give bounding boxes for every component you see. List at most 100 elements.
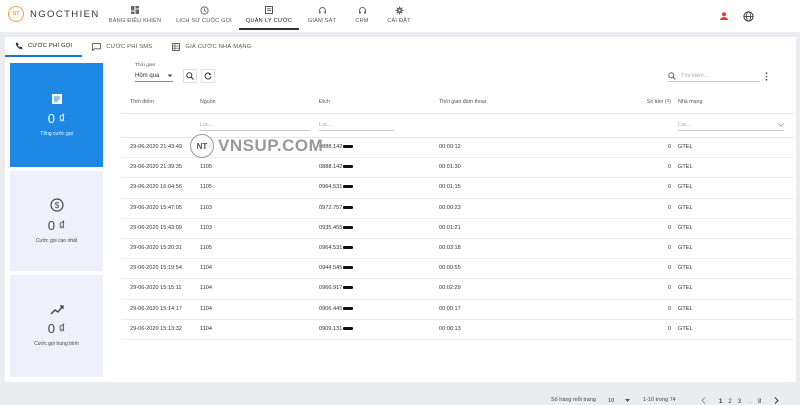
tab-network-prices[interactable]: GIÁ CƯỚC NHÀ MẠNG <box>162 37 261 57</box>
search-box <box>668 70 760 82</box>
cell-time: 29-06-2020 15:13:32 <box>130 326 182 332</box>
table-row[interactable]: 29-06-2020 15:19:54 1104 0944.545 00:00:55 0… <box>121 259 794 280</box>
headset-icon <box>317 5 327 15</box>
cell-network: GTEL <box>678 285 693 291</box>
redaction-mark <box>343 205 354 209</box>
cell-source-text: 1103 <box>200 224 213 231</box>
summary-total[interactable]: 0 ₫ Tổng cước gọi <box>10 63 103 167</box>
prev-page-icon[interactable] <box>701 397 706 405</box>
table-row[interactable]: 29-06-2020 21:43:49 1103 0888.142 00:00:12 0… <box>121 138 794 159</box>
summary-highest[interactable]: $ 0 ₫ Cước gọi cao nhất <box>10 171 103 271</box>
chevron-down-icon <box>778 123 784 127</box>
destination-filter[interactable]: Lọc... <box>319 120 394 131</box>
logo-name: NGOCTHIEN <box>30 8 100 20</box>
rows-per-page-label: Số hàng mỗi trang <box>551 397 596 403</box>
more-options-icon[interactable] <box>762 71 770 81</box>
main-card: CƯỚC PHÍ GỌI CƯỚC PHÍ SMS GIÁ CƯỚC NHÀ M… <box>5 37 796 405</box>
cell-destination: 0906.445 <box>319 305 354 312</box>
page-range: 1-10 trong 74 <box>643 397 676 403</box>
cell-network: GTEL <box>678 205 693 211</box>
cell-network-text: GTEL <box>678 164 693 171</box>
cell-duration-text: 00:02:29 <box>439 285 461 292</box>
globe-icon[interactable] <box>742 10 754 22</box>
cell-time: 29-06-2020 15:43:09 <box>130 225 182 231</box>
redaction-mark <box>343 286 354 290</box>
table-row[interactable]: 29-06-2020 15:15:11 1104 0966.917 00:02:29 0… <box>121 279 794 300</box>
cell-duration-text: 00:01:21 <box>439 224 461 231</box>
header-time[interactable]: Thời điểm <box>130 99 154 105</box>
cell-time: 29-06-2020 21:43:49 <box>130 144 182 150</box>
search-button[interactable] <box>183 69 197 83</box>
table-row[interactable]: 29-06-2020 15:47:05 1103 0972.757 00:00:23 0… <box>121 199 794 219</box>
user-icon[interactable] <box>718 10 730 22</box>
table-row[interactable]: 29-06-2020 15:13:32 1104 0909.131 00:00:13 0… <box>121 320 794 340</box>
cell-amount: 0 <box>668 205 671 211</box>
network-filter[interactable]: Lọc... <box>678 120 784 131</box>
nav-crm[interactable]: CRM <box>350 0 374 30</box>
header-network[interactable]: Nhà mạng <box>678 99 702 105</box>
cell-network: GTEL <box>678 184 693 190</box>
header-duration[interactable]: Thời gian đàm thoại <box>439 99 486 105</box>
refresh-button[interactable] <box>201 69 215 83</box>
source-filter[interactable]: Lọc... <box>200 120 310 131</box>
cell-destination: 0888.142 <box>319 144 354 150</box>
table-row[interactable]: 29-06-2020 15:14:17 1104 0906.445 00:00:17 0… <box>121 300 794 320</box>
cell-source-text: 1104 <box>200 305 213 312</box>
table-row[interactable]: 29-06-2020 16:04:56 1105 0964.531 00:01:15 0… <box>121 178 794 199</box>
phone-icon <box>15 42 23 50</box>
cell-amount-text: 0 <box>667 204 671 211</box>
header-amount[interactable]: Số tiền (₫) <box>647 99 671 105</box>
tab-call-charges-label: CƯỚC PHÍ GỌI <box>28 43 73 49</box>
nav-call-history[interactable]: LỊCH SỬ CUỘC GỌI <box>176 0 232 30</box>
cell-duration: 00:02:29 <box>439 285 461 291</box>
page-3[interactable]: 3 <box>738 399 741 405</box>
table-row[interactable]: 29-06-2020 15:20:31 1105 0964.531 00:03:18 0… <box>121 239 794 260</box>
app-logo[interactable]: NT NGOCTHIEN <box>8 6 100 22</box>
cell-network-text: GTEL <box>678 144 693 150</box>
dollar-icon: $ <box>49 198 64 212</box>
cell-source-text: 1105 <box>200 164 213 171</box>
cell-amount: 0 <box>668 285 671 291</box>
call-charges-table: Thời điểm Nguồn Đích Thời gian đàm thoại… <box>121 91 794 340</box>
cell-time-text: 29-06-2020 21:43:49 <box>130 144 182 150</box>
cell-duration: 00:01:15 <box>439 184 461 190</box>
summary-highest-caption: Cước gọi cao nhất <box>35 238 78 244</box>
nav-dashboard[interactable]: BẢNG ĐIỀU KHIỂN <box>109 0 161 30</box>
cell-amount-text: 0 <box>667 224 671 231</box>
search-input[interactable] <box>681 72 755 79</box>
page-1[interactable]: 1 <box>719 399 722 405</box>
cell-duration-text: 00:03:18 <box>439 244 461 251</box>
headphones-icon <box>357 5 367 15</box>
cell-duration: 00:00:17 <box>439 306 461 312</box>
next-page-icon[interactable] <box>774 397 780 405</box>
nav-settings[interactable]: CÀI ĐẶT <box>385 0 413 30</box>
header-source[interactable]: Nguồn <box>200 99 216 105</box>
page-ellipsis: ... <box>747 398 753 405</box>
time-filter-select[interactable]: Hôm qua <box>135 71 173 82</box>
cell-duration-text: 00:01:15 <box>439 184 461 191</box>
nav-settings-label: CÀI ĐẶT <box>387 18 411 24</box>
cell-amount-text: 0 <box>667 244 671 251</box>
tab-sms-charges[interactable]: CƯỚC PHÍ SMS <box>82 37 162 57</box>
page-8[interactable]: 8 <box>758 399 761 405</box>
page-2[interactable]: 2 <box>728 399 731 405</box>
nav-monitoring[interactable]: GIÁM SÁT <box>304 0 340 30</box>
summary-average[interactable]: 0 ₫ Cước gọi trung bình <box>10 275 103 377</box>
table-header: Thời điểm Nguồn Đích Thời gian đàm thoại… <box>121 91 794 114</box>
header-destination[interactable]: Đích <box>319 99 330 105</box>
cell-destination-text: 0906.445 <box>319 305 343 312</box>
cell-time-text: 29-06-2020 21:39:35 <box>130 164 182 171</box>
svg-text:$: $ <box>54 201 59 210</box>
cell-destination-text: 0972.757 <box>319 204 343 211</box>
nav-billing[interactable]: QUẢN LÝ CƯỚC <box>239 0 299 30</box>
tab-call-charges[interactable]: CƯỚC PHÍ GỌI <box>5 37 83 57</box>
cell-source: 1103 <box>200 205 212 211</box>
redaction-mark <box>343 145 354 149</box>
cell-source-text: 1105 <box>200 184 213 191</box>
cell-destination-text: 0888.142 <box>319 164 343 171</box>
rows-per-page-select[interactable]: 10 <box>608 396 630 405</box>
table-row[interactable]: 29-06-2020 15:43:09 1103 0935.455 00:01:21 0… <box>121 219 794 239</box>
cell-amount: 0 <box>668 326 671 332</box>
cell-time-text: 29-06-2020 15:14:17 <box>130 305 182 312</box>
table-row[interactable]: 29-06-2020 21:39:35 1105 0888.142 00:01:30 0… <box>121 158 794 179</box>
